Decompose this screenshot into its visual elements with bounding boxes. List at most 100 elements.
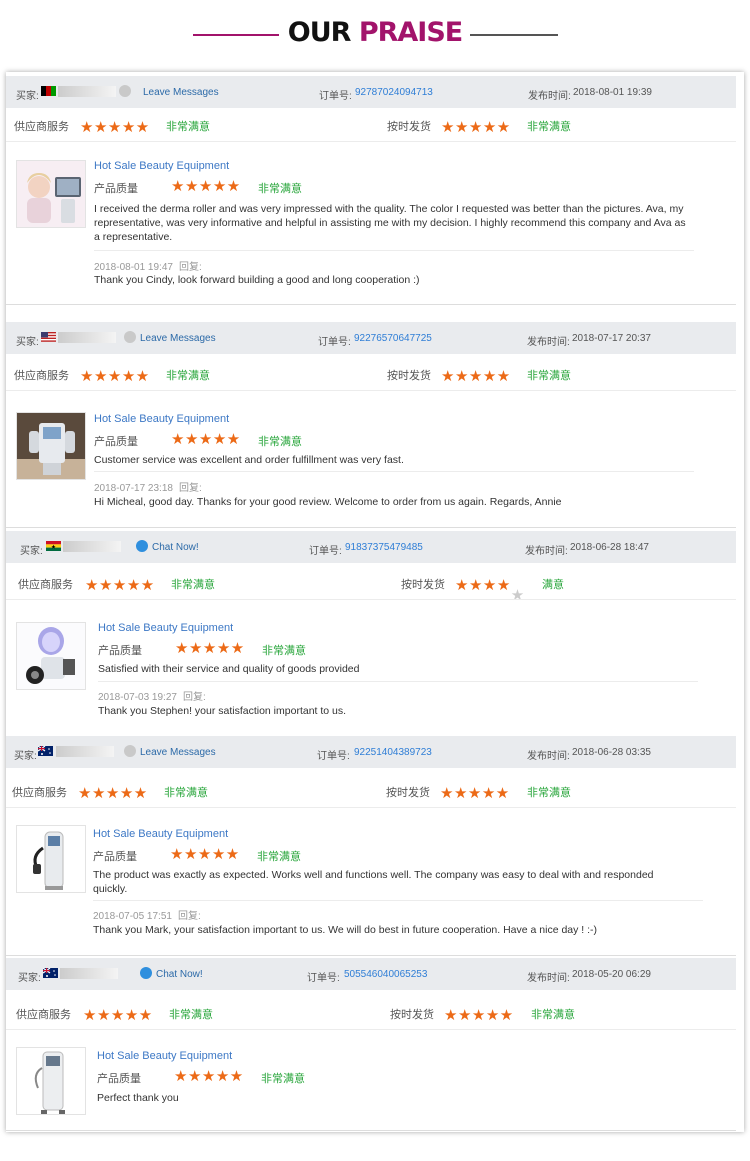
afghanistan-flag-icon xyxy=(41,86,56,96)
product-quality-label: 产品质量 xyxy=(98,645,142,657)
chat-now-link[interactable]: Chat Now! xyxy=(152,542,199,553)
order-label: 订单号: xyxy=(318,337,351,348)
buyer-name-redacted xyxy=(56,746,114,757)
product-name-link[interactable]: Hot Sale Beauty Equipment xyxy=(98,622,233,634)
published-date: 2018-07-17 20:37 xyxy=(572,333,651,344)
rating-divider xyxy=(6,1029,736,1030)
product-thumbnail[interactable] xyxy=(16,622,86,690)
product-quality-stars: ★★★★★ xyxy=(174,1068,244,1085)
buyer-label: 买家: xyxy=(14,751,37,762)
published-date: 2018-05-20 06:29 xyxy=(572,969,651,980)
product-quality-stars: ★★★★★ xyxy=(171,431,241,448)
leave-messages-link[interactable]: Leave Messages xyxy=(140,747,216,758)
published-date: 2018-06-28 18:47 xyxy=(570,542,649,553)
reviews-panel: 买家: Leave Messages 订单号: 92787024094713 发布时间:… xyxy=(6,72,744,1132)
leave-messages-link[interactable]: Leave Messages xyxy=(143,87,219,98)
order-number-link[interactable]: 505546040065253 xyxy=(344,969,427,980)
published-label: 发布时间: xyxy=(525,546,568,557)
avatar-icon xyxy=(124,331,136,343)
supplier-service-label: 供应商服务 xyxy=(18,579,73,591)
supplier-service-rating-text: 非常满意 xyxy=(164,787,208,799)
reply-date: 2018-07-05 17:51 xyxy=(93,911,172,922)
order-number-link[interactable]: 92251404389723 xyxy=(354,747,432,758)
chat-icon xyxy=(136,540,148,552)
leave-messages-link[interactable]: Leave Messages xyxy=(140,333,216,344)
review-comment: The product was exactly as expected. Wor… xyxy=(93,869,654,895)
reply-label: 回复: xyxy=(182,692,206,703)
on-time-rating-text: 非常满意 xyxy=(527,370,571,382)
order-number-link[interactable]: 92276570647725 xyxy=(354,333,432,344)
product-quality-stars: ★★★★★ xyxy=(171,178,241,195)
on-time-stars: ★★★★★ xyxy=(441,119,511,136)
reply-label: 回复: xyxy=(178,483,202,494)
review-divider xyxy=(6,527,736,528)
supplier-service-label: 供应商服务 xyxy=(14,370,69,382)
order-label: 订单号: xyxy=(319,91,352,102)
praise-title-bar: OUR PRAISE xyxy=(0,0,750,70)
avatar-icon xyxy=(124,745,136,757)
review-divider xyxy=(6,304,736,305)
review-comment: Customer service was excellent and order… xyxy=(94,454,404,466)
on-time-label: 按时发货 xyxy=(401,579,445,591)
product-thumbnail[interactable] xyxy=(16,412,86,480)
product-quality-label: 产品质量 xyxy=(93,851,137,863)
rating-row: 供应商服务 ★★★★★ 非常满意 按时发货 ★★★★★ 非常满意 xyxy=(6,357,736,391)
on-time-rating-text: 非常满意 xyxy=(531,1009,575,1021)
buyer-label: 买家: xyxy=(16,91,39,102)
published-date: 2018-08-01 19:39 xyxy=(573,87,652,98)
rating-row: 供应商服务 ★★★★★ 非常满意 按时发货 ★★★★ ★ 满意 xyxy=(6,566,736,604)
published-label: 发布时间: xyxy=(527,973,570,984)
buyer-name-redacted xyxy=(60,968,118,979)
supplier-service-stars: ★★★★★ xyxy=(85,577,155,594)
product-name-link[interactable]: Hot Sale Beauty Equipment xyxy=(94,160,229,172)
supplier-service-stars: ★★★★★ xyxy=(80,368,150,385)
product-name-link[interactable]: Hot Sale Beauty Equipment xyxy=(97,1050,232,1062)
title-divider-left xyxy=(193,34,279,36)
review-header: 买家: Leave Messages 订单号: 92787024094713 发布时间:… xyxy=(6,76,736,108)
chat-now-link[interactable]: Chat Now! xyxy=(156,969,203,980)
product-quality-label: 产品质量 xyxy=(94,183,138,195)
product-quality-rating-text: 非常满意 xyxy=(258,436,302,448)
order-label: 订单号: xyxy=(317,751,350,762)
avatar-icon xyxy=(119,85,131,97)
product-thumbnail[interactable] xyxy=(16,160,86,228)
supplier-service-rating-text: 非常满意 xyxy=(171,579,215,591)
reply-meta: 2018-07-05 17:51 回复: xyxy=(93,907,201,922)
supplier-service-stars: ★★★★★ xyxy=(80,119,150,136)
on-time-label: 按时发货 xyxy=(387,121,431,133)
product-thumbnail[interactable] xyxy=(16,1047,86,1115)
reply-label: 回复: xyxy=(177,911,201,922)
supplier-service-label: 供应商服务 xyxy=(12,787,67,799)
buyer-label: 买家: xyxy=(20,546,43,557)
reply-meta: 2018-08-01 19:47 回复: xyxy=(94,258,202,273)
order-number-link[interactable]: 92787024094713 xyxy=(355,87,433,98)
rating-divider xyxy=(6,141,736,142)
on-time-stars: ★★★★★ xyxy=(455,577,525,604)
reply-label: 回复: xyxy=(178,262,202,273)
seller-reply-text: Thank you Cindy, look forward building a… xyxy=(94,274,420,286)
reply-meta: 2018-07-17 23:18 回复: xyxy=(94,479,202,494)
page-title: OUR PRAISE xyxy=(285,17,465,48)
product-name-link[interactable]: Hot Sale Beauty Equipment xyxy=(93,828,228,840)
usa-flag-icon xyxy=(41,332,56,342)
supplier-service-label: 供应商服务 xyxy=(14,121,69,133)
on-time-label: 按时发货 xyxy=(386,787,430,799)
review-header: 买家: Chat Now! 订单号: 91837375479485 发布时间: 2018-… xyxy=(6,531,736,563)
product-name-link[interactable]: Hot Sale Beauty Equipment xyxy=(94,413,229,425)
australia-flag-icon xyxy=(37,745,53,756)
rating-row: 供应商服务 ★★★★★ 非常满意 按时发货 ★★★★★ 非常满意 xyxy=(6,108,736,142)
seller-reply-text: Thank you Stephen! your satisfaction imp… xyxy=(98,705,347,717)
product-quality-rating-text: 非常满意 xyxy=(257,851,301,863)
product-quality-rating-text: 非常满意 xyxy=(262,645,306,657)
title-divider-right xyxy=(470,34,558,36)
review-comment: I received the derma roller and was very… xyxy=(94,203,686,243)
product-thumbnail[interactable] xyxy=(16,825,86,893)
buyer-name-redacted xyxy=(63,541,121,552)
order-number-link[interactable]: 91837375479485 xyxy=(345,542,423,553)
product-quality-rating-text: 非常满意 xyxy=(261,1073,305,1085)
reply-divider xyxy=(98,681,698,682)
on-time-rating-text: 非常满意 xyxy=(527,787,571,799)
reply-date: 2018-07-03 19:27 xyxy=(98,692,177,703)
supplier-service-label: 供应商服务 xyxy=(16,1009,71,1021)
review-header: 买家: Chat Now! 订单号: 505546040065253 发布时间: 2018… xyxy=(6,958,736,990)
